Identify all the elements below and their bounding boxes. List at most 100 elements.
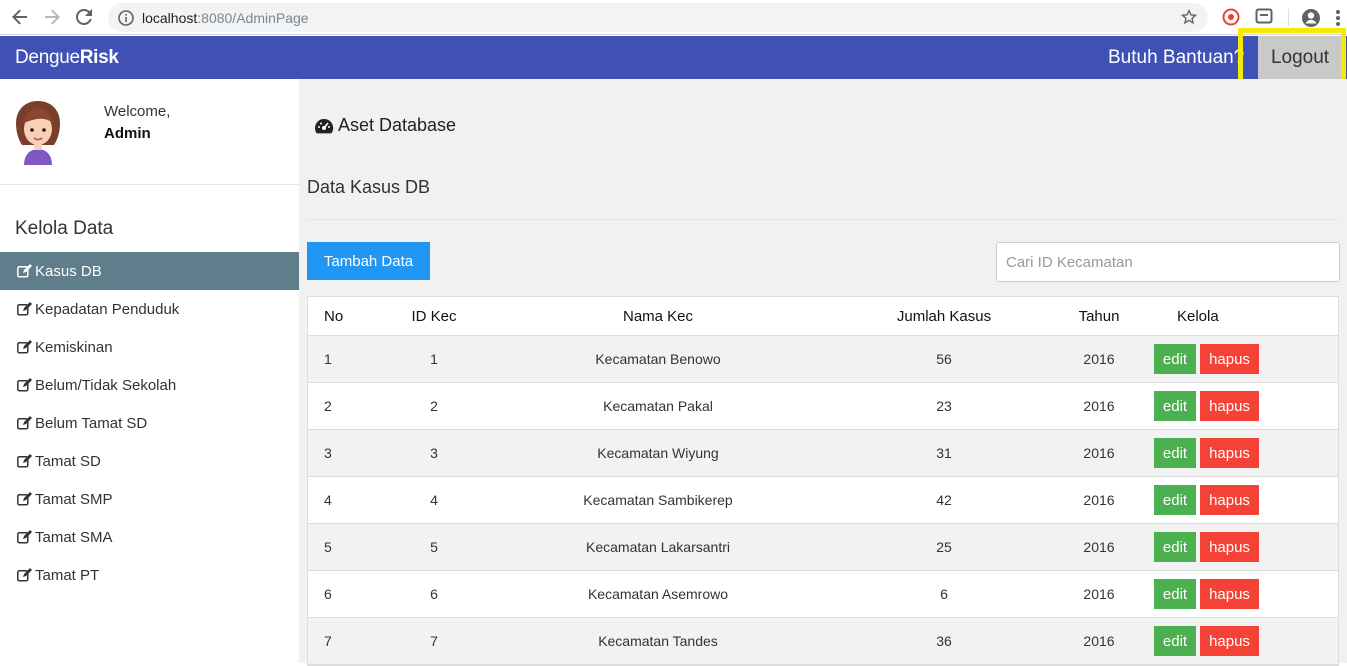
edit-button[interactable]: edit [1154,626,1196,656]
column-header-nama-kec: Nama Kec [622,307,694,325]
edit-icon [17,454,33,468]
sidebar-item-label: Tamat SD [35,452,101,470]
extension-chat-icon[interactable] [1255,8,1273,26]
browser-toolbar: localhost:8080/AdminPage [0,0,1347,35]
edit-icon [17,416,33,430]
edit-icon [17,530,33,544]
cell-nama-kec: Kecamatan Asemrowo [587,586,729,602]
edit-icon [17,492,33,506]
table-row: 7 7 Kecamatan Tandes 36 2016 edit hapus [308,618,1338,665]
sidebar-item-kasus-db[interactable]: Kasus DB [0,252,299,290]
edit-button[interactable]: edit [1154,579,1196,609]
sidebar-item-label: Belum/Tidak Sekolah [35,376,177,394]
edit-icon [17,264,33,278]
edit-icon [17,568,33,582]
reload-icon[interactable] [71,4,97,30]
sidebar-item-label: Tamat SMA [35,528,113,546]
sidebar-item-tamat-sma[interactable]: Tamat SMA [0,518,299,556]
bookmark-star-icon[interactable] [1180,8,1198,31]
cell-kelola: edit hapus [1154,626,1304,656]
section-divider [307,219,1340,220]
user-name: Admin [104,125,151,142]
delete-button[interactable]: hapus [1200,626,1259,656]
cell-no: 5 [324,539,332,555]
edit-icon [17,340,33,354]
edit-button[interactable]: edit [1154,485,1196,515]
column-header-id-kec: ID Kec [411,307,457,325]
cell-tahun: 2016 [1083,586,1115,602]
cell-tahun: 2016 [1083,492,1115,508]
app-navbar: DengueRisk Butuh Bantuan? [0,36,1347,79]
section-title: Data Kasus DB [307,177,431,197]
sidebar-item-label: Belum Tamat SD [35,414,148,432]
cell-nama-kec: Kecamatan Wiyung [597,445,719,461]
sidebar-item-kepadatan-penduduk[interactable]: Kepadatan Penduduk [0,290,299,328]
sidebar-item-belum-tidak-sekolah[interactable]: Belum/Tidak Sekolah [0,366,299,404]
cell-nama-kec: Kecamatan Lakarsantri [586,539,730,555]
sidebar-item-tamat-smp[interactable]: Tamat SMP [0,480,299,518]
cell-jumlah-kasus: 6 [940,586,948,602]
back-arrow-icon[interactable] [7,4,33,30]
sidebar-item-kemiskinan[interactable]: Kemiskinan [0,328,299,366]
table-row: 3 3 Kecamatan Wiyung 31 2016 edit hapus [308,430,1338,477]
cell-tahun: 2016 [1083,633,1115,649]
cell-tahun: 2016 [1083,539,1115,555]
edit-icon [17,302,33,316]
cell-id-kec: 1 [430,351,438,367]
delete-button[interactable]: hapus [1200,344,1259,374]
address-bar[interactable]: localhost:8080/AdminPage [108,3,1208,32]
column-header-jumlah-kasus: Jumlah Kasus [896,307,992,325]
delete-button[interactable]: hapus [1200,532,1259,562]
cell-no: 1 [324,351,332,367]
page-title: Aset Database [314,115,456,136]
table-row: 5 5 Kecamatan Lakarsantri 25 2016 edit hapus [308,524,1338,571]
delete-button[interactable]: hapus [1200,391,1259,421]
cell-jumlah-kasus: 42 [936,492,952,508]
table-header: No ID Kec Nama Kec Jumlah Kasus Tahun Ke… [308,297,1338,336]
site-info-icon[interactable] [118,9,134,26]
cell-tahun: 2016 [1083,445,1115,461]
cell-no: 2 [324,398,332,414]
cell-kelola: edit hapus [1154,391,1304,421]
brand-logo[interactable]: DengueRisk [15,47,119,69]
cell-nama-kec: Kecamatan Sambikerep [583,492,733,508]
help-link[interactable]: Butuh Bantuan? [1108,47,1244,69]
toolbar-separator [1288,9,1289,26]
url-text: localhost:8080/AdminPage [142,9,309,26]
add-data-button[interactable]: Tambah Data [307,242,430,280]
edit-button[interactable]: edit [1154,391,1196,421]
table-row: 1 1 Kecamatan Benowo 56 2016 edit hapus [308,336,1338,383]
search-id-kecamatan-input[interactable] [996,242,1340,282]
edit-button[interactable]: edit [1154,438,1196,468]
cell-tahun: 2016 [1083,351,1115,367]
sidebar-item-belum-tamat-sd[interactable]: Belum Tamat SD [0,404,299,442]
sidebar-item-label: Tamat PT [35,566,100,584]
sidebar-item-label: Kepadatan Penduduk [35,300,180,318]
sidebar-item-tamat-sd[interactable]: Tamat SD [0,442,299,480]
cell-id-kec: 6 [430,586,438,602]
edit-button[interactable]: edit [1154,344,1196,374]
table-body: 1 1 Kecamatan Benowo 56 2016 edit hapus 2 2 Kecam… [308,336,1338,665]
cell-kelola: edit hapus [1154,579,1304,609]
cell-jumlah-kasus: 36 [936,633,952,649]
cell-kelola: edit hapus [1154,344,1304,374]
delete-button[interactable]: hapus [1200,485,1259,515]
cell-nama-kec: Kecamatan Pakal [603,398,713,414]
sidebar-item-label: Kemiskinan [35,338,113,356]
avatar [12,99,64,165]
column-header-tahun: Tahun [1078,307,1120,325]
sidebar-item-tamat-pt[interactable]: Tamat PT [0,556,299,594]
edit-button[interactable]: edit [1154,532,1196,562]
cell-no: 7 [324,633,332,649]
cell-id-kec: 3 [430,445,438,461]
forward-arrow-icon[interactable] [39,4,65,30]
cell-jumlah-kasus: 56 [936,351,952,367]
data-table: No ID Kec Nama Kec Jumlah Kasus Tahun Ke… [307,296,1339,666]
sidebar: Welcome, Admin Kelola Data Kasus DB Kepad… [0,79,299,663]
extension-record-icon[interactable] [1222,8,1240,26]
table-row: 6 6 Kecamatan Asemrowo 6 2016 edit hapus [308,571,1338,618]
edit-icon [17,378,33,392]
cell-kelola: edit hapus [1154,438,1304,468]
delete-button[interactable]: hapus [1200,438,1259,468]
delete-button[interactable]: hapus [1200,579,1259,609]
